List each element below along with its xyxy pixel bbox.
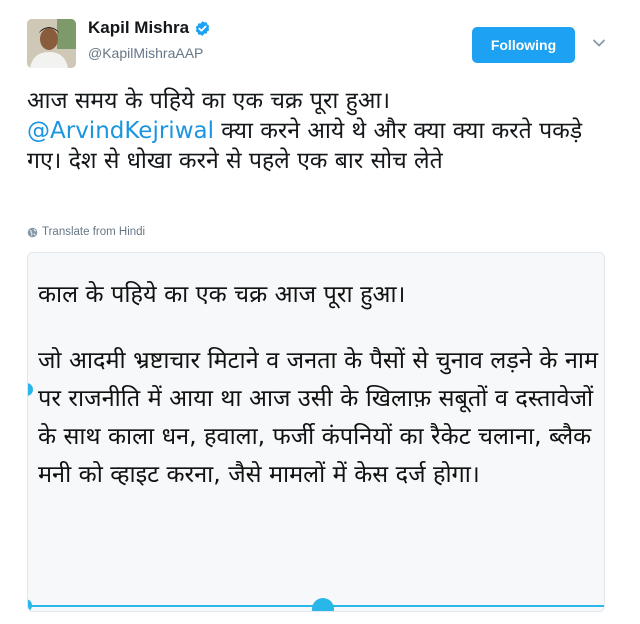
mention-link[interactable]: @ArvindKejriwal <box>27 118 214 144</box>
chevron-down-icon[interactable] <box>592 38 606 48</box>
translate-label: Translate from Hindi <box>42 226 146 238</box>
media-text-paragraph: जो आदमी भ्रष्टाचार मिटाने व जनता के पैसो… <box>38 346 599 488</box>
globe-icon <box>27 227 38 237</box>
tweet-media-image[interactable]: काल के पहिये का एक चक्र आज पूरा हुआ। जो … <box>27 252 605 612</box>
following-button[interactable]: Following <box>472 27 575 63</box>
avatar-image <box>27 19 76 68</box>
selection-handle-bottom-left[interactable] <box>28 599 32 611</box>
verified-icon <box>195 20 210 36</box>
translate-link[interactable]: Translate from Hindi <box>27 226 145 238</box>
avatar[interactable] <box>27 19 76 68</box>
selection-handle-left[interactable] <box>28 383 33 396</box>
display-name[interactable]: Kapil Mishra <box>88 18 189 38</box>
selection-handle-center[interactable] <box>312 598 334 611</box>
media-text: काल के पहिये का एक चक्र आज पूरा हुआ। जो … <box>38 275 604 493</box>
tweet-card: Kapil Mishra @KapilMishraAAP Following आ… <box>0 0 640 624</box>
user-handle[interactable]: @KapilMishraAAP <box>88 45 203 61</box>
tweet-text-line1: आज समय के पहिये का एक चक्र पूरा हुआ। <box>27 88 391 114</box>
media-text-line1: काल के पहिये का एक चक्र आज पूरा हुआ। <box>38 280 406 308</box>
tweet-text: आज समय के पहिये का एक चक्र पूरा हुआ। @Ar… <box>27 86 617 176</box>
name-row: Kapil Mishra <box>88 18 211 38</box>
